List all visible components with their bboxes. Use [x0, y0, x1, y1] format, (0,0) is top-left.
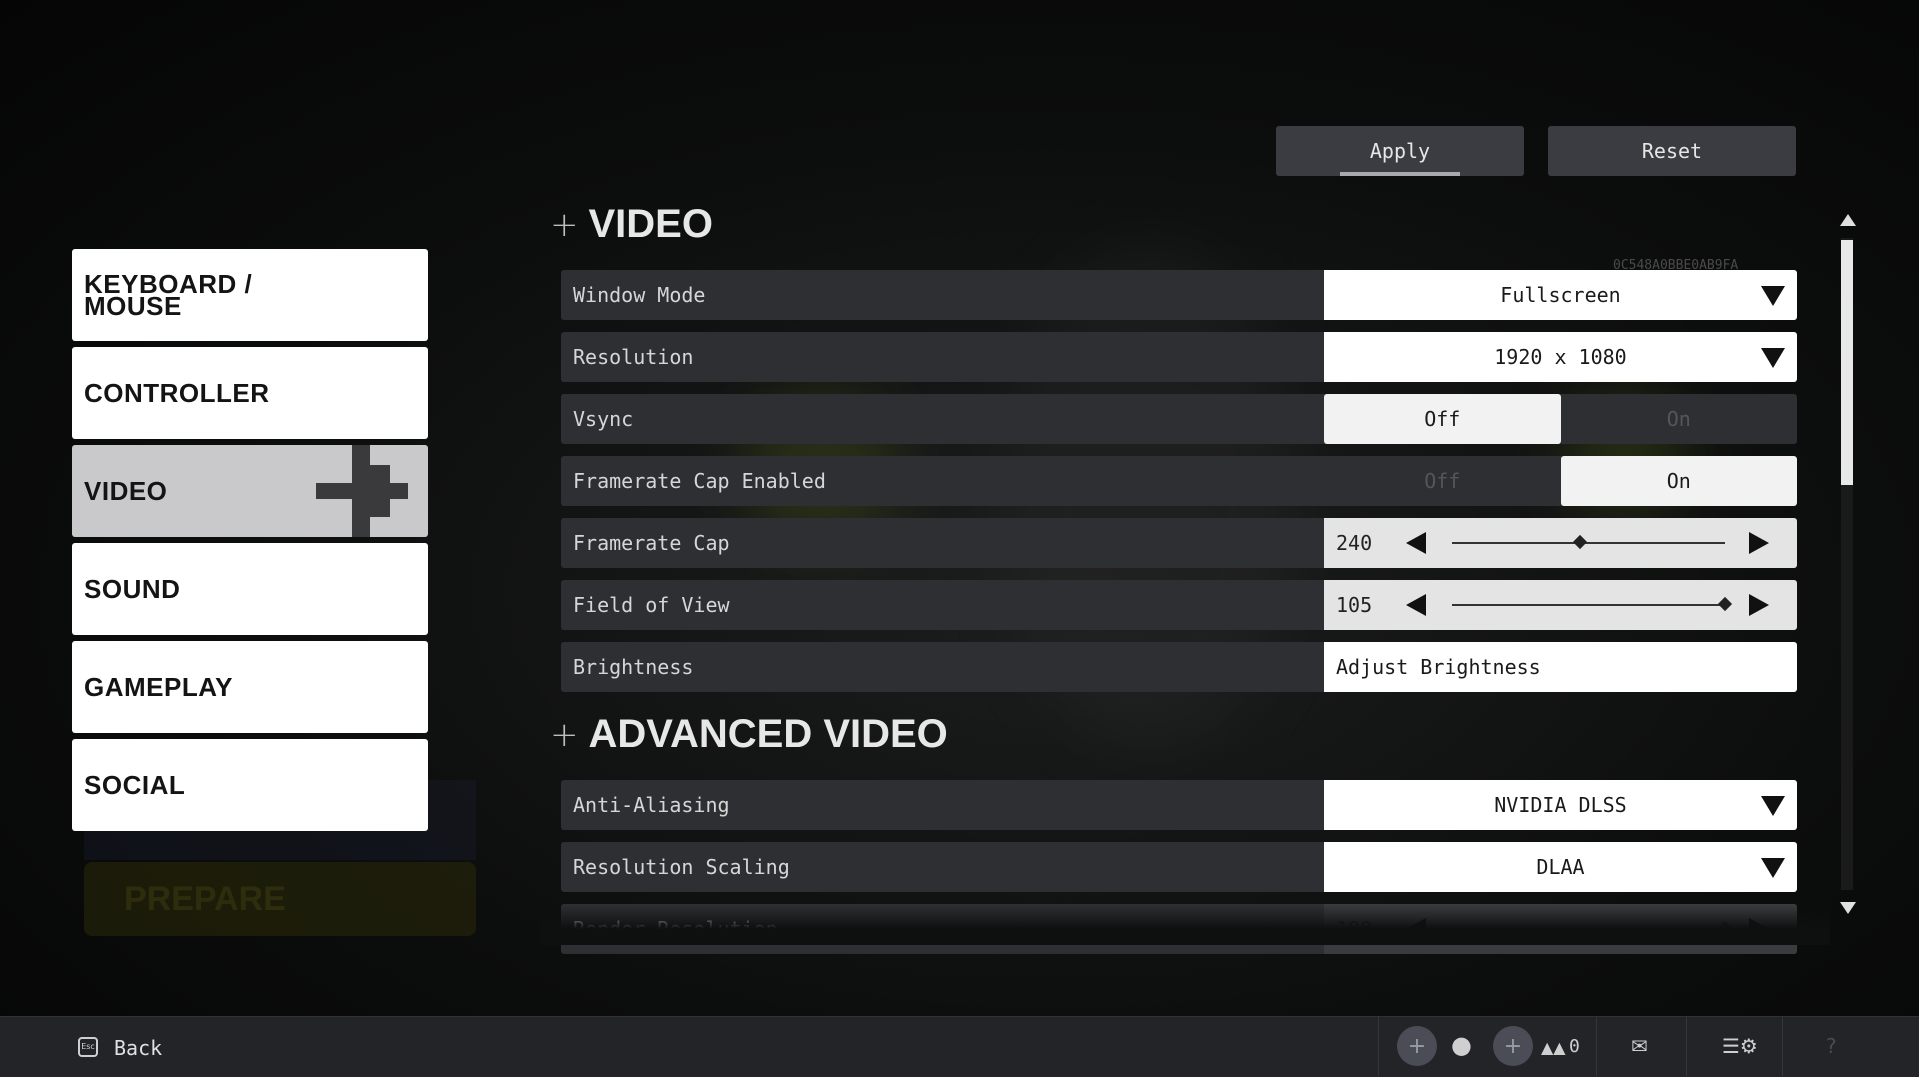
setting-label: Framerate Cap Enabled: [573, 469, 826, 493]
framerate-cap-slider: 240: [1324, 518, 1797, 568]
vsync-on-option[interactable]: On: [1561, 394, 1798, 444]
section-video-header: + VIDEO: [550, 202, 713, 247]
nav-label: VIDEO: [84, 476, 168, 506]
vsync-toggle: Off On: [1324, 394, 1797, 444]
bottom-divider: [1378, 1016, 1379, 1076]
nav-label: SOCIAL: [84, 770, 186, 800]
nav-social[interactable]: SOCIAL: [72, 739, 428, 831]
crosshair-icon[interactable]: +: [1493, 1026, 1533, 1066]
arrow-left-icon[interactable]: [1406, 532, 1426, 554]
scrollbar-thumb[interactable]: [1841, 240, 1853, 485]
settings-icon[interactable]: ☰⚙: [1722, 1034, 1758, 1058]
setting-row-brightness: Brightness Adjust Brightness: [561, 642, 1797, 692]
caret-down-icon: [1761, 796, 1785, 816]
adjust-brightness-button[interactable]: Adjust Brightness: [1324, 642, 1797, 692]
field-of-view-slider: 105: [1324, 580, 1797, 630]
setting-label: Window Mode: [573, 283, 706, 307]
nav-video[interactable]: VIDEO: [72, 445, 428, 537]
nav-keyboard-mouse[interactable]: KEYBOARD / MOUSE: [72, 249, 428, 341]
nav-label: SOUND: [84, 574, 181, 604]
setting-label: Vsync: [573, 407, 634, 431]
arrow-right-icon[interactable]: [1749, 532, 1769, 554]
plus-icon: +: [550, 714, 579, 755]
nav-gameplay[interactable]: GAMEPLAY: [72, 641, 428, 733]
setting-row-resolution-scaling: Resolution Scaling DLAA: [561, 842, 1797, 892]
nav-sound[interactable]: SOUND: [72, 543, 428, 635]
resolution-dropdown[interactable]: 1920 x 1080: [1324, 332, 1797, 382]
reset-button[interactable]: Reset: [1548, 126, 1796, 176]
setting-label: Framerate Cap: [573, 531, 730, 555]
party-icon[interactable]: ▲▲: [1541, 1038, 1566, 1057]
setting-label: Anti-Aliasing: [573, 793, 730, 817]
slider-knob[interactable]: [1573, 534, 1588, 550]
prepare-button-background: PREPARE: [84, 862, 476, 936]
back-button[interactable]: Back: [114, 1036, 162, 1060]
setting-row-framerate-cap: Framerate Cap 240: [561, 518, 1797, 568]
dropdown-value: DLAA: [1536, 855, 1585, 879]
slider-knob[interactable]: [1717, 596, 1733, 612]
help-icon[interactable]: ?: [1826, 1034, 1837, 1058]
setting-label: Resolution Scaling: [573, 855, 790, 879]
setting-row-field-of-view: Field of View 105: [561, 580, 1797, 630]
nav-label: GAMEPLAY: [84, 672, 233, 702]
scroll-up-icon[interactable]: [1840, 214, 1856, 226]
ghost-icon[interactable]: ●: [1451, 1031, 1472, 1059]
scroll-down-icon[interactable]: [1840, 902, 1856, 914]
resolution-scaling-dropdown[interactable]: DLAA: [1324, 842, 1797, 892]
vsync-off-option[interactable]: Off: [1324, 394, 1561, 444]
help-section: [1782, 1016, 1919, 1076]
nav-controller[interactable]: CONTROLLER: [72, 347, 428, 439]
window-mode-dropdown[interactable]: Fullscreen: [1324, 270, 1797, 320]
friends-count: 0: [1569, 1036, 1580, 1057]
caret-down-icon: [1761, 348, 1785, 368]
section-title: VIDEO: [588, 202, 713, 246]
crosshair-icon[interactable]: +: [1397, 1026, 1437, 1066]
setting-label: Resolution: [573, 345, 694, 369]
mail-icon[interactable]: ✉: [1631, 1034, 1648, 1058]
framerate-cap-on-option[interactable]: On: [1560, 456, 1797, 506]
dropdown-value: NVIDIA DLSS: [1494, 793, 1627, 817]
apply-button[interactable]: Apply: [1276, 126, 1524, 176]
framerate-cap-off-option[interactable]: Off: [1324, 456, 1561, 506]
framerate-cap-enabled-toggle: Off On: [1324, 456, 1797, 506]
section-title: ADVANCED VIDEO: [588, 712, 948, 756]
plus-icon: +: [550, 204, 579, 245]
scrollbar-track[interactable]: [1841, 238, 1853, 890]
setting-label: Field of View: [573, 593, 730, 617]
prepare-label: PREPARE: [124, 879, 286, 918]
esc-key-icon: Esc: [78, 1037, 98, 1057]
anti-aliasing-dropdown[interactable]: NVIDIA DLSS: [1324, 780, 1797, 830]
nav-label: CONTROLLER: [84, 378, 270, 408]
slider-track[interactable]: [1452, 534, 1725, 550]
slider-value: 105: [1336, 593, 1373, 617]
setting-label: Brightness: [573, 655, 694, 679]
arrow-left-icon[interactable]: [1406, 594, 1426, 616]
slider-track[interactable]: [1452, 596, 1733, 612]
dropdown-value: Fullscreen: [1500, 283, 1621, 307]
slider-value: 240: [1336, 531, 1373, 555]
setting-row-window-mode: Window Mode Fullscreen: [561, 270, 1797, 320]
setting-row-resolution: Resolution 1920 x 1080: [561, 332, 1797, 382]
setting-row-framerate-cap-enabled: Framerate Cap Enabled Off On: [561, 456, 1797, 506]
setting-row-anti-aliasing: Anti-Aliasing NVIDIA DLSS: [561, 780, 1797, 830]
caret-down-icon: [1761, 858, 1785, 878]
setting-row-vsync: Vsync Off On: [561, 394, 1797, 444]
caret-down-icon: [1761, 286, 1785, 306]
arrow-right-icon[interactable]: [1749, 594, 1769, 616]
section-advanced-video-header: + ADVANCED VIDEO: [550, 712, 948, 757]
active-arrow-icon: [316, 445, 408, 537]
scroll-fade: [540, 905, 1830, 945]
dropdown-value: 1920 x 1080: [1494, 345, 1627, 369]
